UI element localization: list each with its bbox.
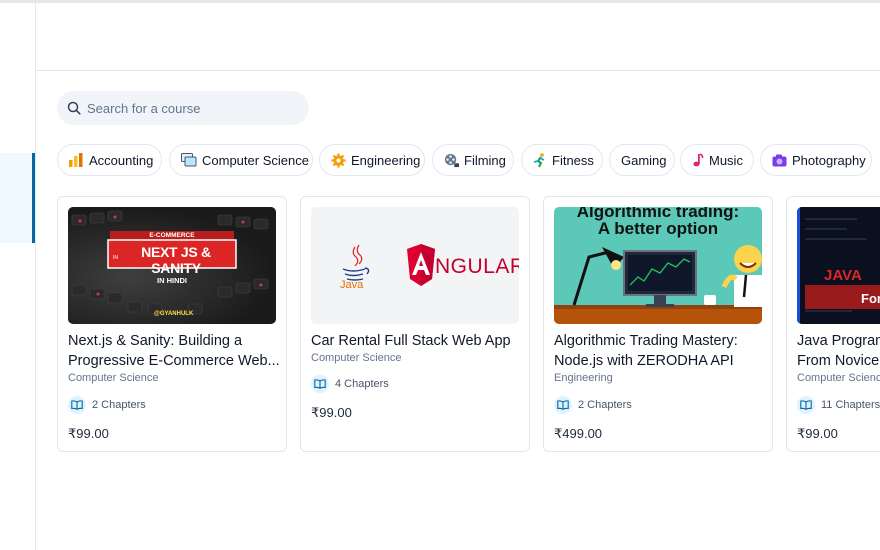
- category-label: Photography: [792, 152, 866, 168]
- thumb-for-text: For: [861, 291, 880, 306]
- music-note-icon: [692, 152, 704, 168]
- category-label: Computer Science: [202, 152, 309, 168]
- bar-chart-icon: [69, 152, 84, 168]
- course-price: ₹99.00: [797, 426, 838, 441]
- category-chip-music[interactable]: Music: [680, 144, 754, 176]
- camera-icon: [772, 152, 787, 168]
- gear-icon: [331, 152, 346, 168]
- course-chapters: 11 Chapters: [797, 396, 880, 414]
- category-label: Fitness: [552, 152, 594, 168]
- search-input[interactable]: [87, 91, 297, 125]
- category-label: Engineering: [351, 152, 421, 168]
- thumb-java-text: JAVA: [824, 267, 862, 284]
- course-card[interactable]: Java NGULAR Car Rental Full Stack Web Ap…: [300, 196, 530, 452]
- thumb-banner: NEXT JS & SANITY: [141, 244, 211, 276]
- category-label: Filming: [464, 152, 506, 168]
- course-price: ₹99.00: [311, 405, 352, 420]
- book-open-icon: [797, 396, 815, 414]
- search-bar[interactable]: [57, 91, 309, 125]
- course-chapters: 4 Chapters: [311, 375, 389, 393]
- course-card[interactable]: Algorithmic trading: A better option Alg…: [543, 196, 773, 452]
- category-chip-accounting[interactable]: Accounting: [57, 144, 162, 176]
- course-card[interactable]: E-COMMERCE IN NEXT JS & SANITY IN HINDI …: [57, 196, 287, 452]
- book-open-icon: [554, 396, 572, 414]
- java-code-background: [797, 207, 880, 324]
- category-label: Accounting: [89, 152, 154, 168]
- category-chip-filming[interactable]: Filming: [432, 144, 514, 176]
- thumb-handle: @GYANHULK: [154, 311, 194, 317]
- course-title[interactable]: Algorithmic Trading Mastery: Node.js wit…: [554, 331, 769, 371]
- thumb-lang: IN HINDI: [157, 276, 187, 285]
- course-title[interactable]: Java Program From Novice: [797, 331, 880, 371]
- book-open-icon: [68, 396, 86, 414]
- sidebar: [0, 3, 36, 550]
- course-thumbnail: Java NGULAR: [311, 207, 519, 324]
- course-chapters: 2 Chapters: [554, 396, 632, 414]
- top-header: [36, 3, 880, 71]
- computer-icon: [181, 152, 197, 168]
- category-chip-photography[interactable]: Photography: [760, 144, 872, 176]
- course-title[interactable]: Next.js & Sanity: Building a Progressive…: [68, 331, 283, 371]
- search-icon: [67, 101, 81, 115]
- course-thumbnail: JAVA For: [797, 207, 880, 324]
- course-price: ₹99.00: [68, 426, 109, 441]
- category-label: Music: [709, 152, 743, 168]
- book-open-icon: [311, 375, 329, 393]
- sidebar-active-item[interactable]: [0, 153, 35, 243]
- thumb-headline-2: A better option: [597, 219, 719, 238]
- category-label: Gaming: [621, 152, 667, 168]
- java-label: Java: [340, 279, 364, 291]
- angular-wordmark: NGULAR: [435, 255, 519, 278]
- course-price: ₹499.00: [554, 426, 603, 441]
- course-category: Computer Science: [68, 372, 159, 384]
- course-title[interactable]: Car Rental Full Stack Web App: [311, 331, 526, 351]
- course-thumbnail: E-COMMERCE IN NEXT JS & SANITY IN HINDI …: [68, 207, 276, 324]
- java-logo: [352, 244, 363, 267]
- course-category: Computer Science: [797, 372, 880, 384]
- category-chip-fitness[interactable]: Fitness: [521, 144, 603, 176]
- category-chip-computer-science[interactable]: Computer Science: [169, 144, 313, 176]
- film-reel-icon: [444, 152, 459, 168]
- category-chip-engineering[interactable]: Engineering: [319, 144, 425, 176]
- category-chip-gaming[interactable]: Gaming: [609, 144, 675, 176]
- course-card[interactable]: JAVA For Java Program From Novice Comput…: [786, 196, 880, 452]
- course-chapters: 2 Chapters: [68, 396, 146, 414]
- runner-icon: [533, 152, 547, 168]
- course-category: Computer Science: [311, 352, 402, 364]
- thumb-tag: E-COMMERCE: [149, 232, 195, 239]
- course-category: Engineering: [554, 372, 613, 384]
- course-thumbnail: Algorithmic trading: A better option: [554, 207, 762, 324]
